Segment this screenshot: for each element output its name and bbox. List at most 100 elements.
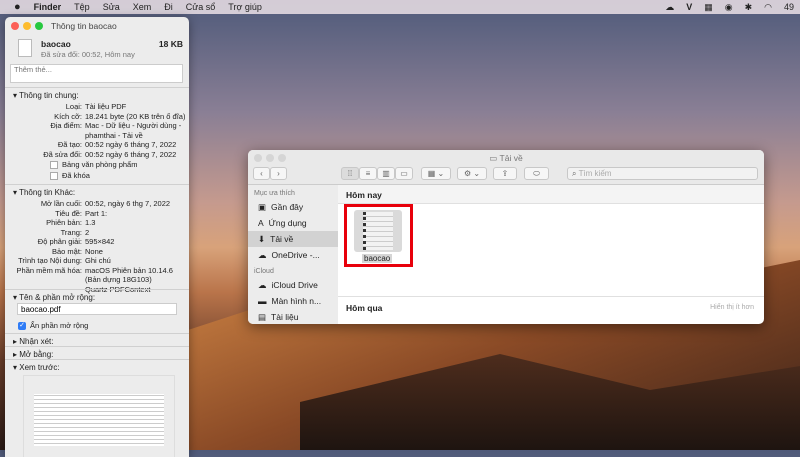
general-info: Loại: Tài liệu PDF Kích cỡ: 18.241 byte (20… — [5, 102, 189, 159]
search-placeholder: Tìm kiếm — [578, 169, 612, 178]
group-label: Hôm qua — [346, 303, 383, 313]
tags-input[interactable] — [10, 64, 183, 83]
checkbox[interactable] — [50, 171, 58, 180]
sidebar-label: Gần đây — [271, 202, 304, 212]
zoom-button[interactable] — [35, 22, 43, 30]
group-by-button[interactable]: ▦ ⌄ — [421, 167, 451, 180]
info-row: Phần mềm mã hóa: macOS Phiên bản 10.14.6 — [5, 266, 189, 276]
info-key: Độ phân giải: — [37, 237, 82, 246]
info-key: Tiêu đề: — [55, 208, 82, 218]
info-value: 2 — [85, 227, 90, 237]
apple-menu-icon[interactable]: ● — [14, 1, 21, 13]
info-value: 00:52 ngày 6 tháng 7, 2022 — [85, 140, 177, 149]
open-with-section-header[interactable]: ▸ Mở bằng: — [5, 346, 189, 359]
info-key: Trình tạo Nội dung: — [18, 256, 82, 265]
info-value: Part 1: — [85, 208, 108, 218]
sidebar-label: Ứng dụng — [268, 218, 307, 228]
folder-icon: ▭ — [489, 153, 500, 163]
icon-view-button[interactable]: ⁞⁞ — [341, 167, 359, 180]
window-controls: Thông tin baocao — [11, 21, 117, 31]
finder-sidebar: Mục ưa thích ▣ Gần đây A Ứng dụng ⬇ Tải về … — [248, 185, 338, 324]
info-value: Tài liệu PDF — [85, 102, 127, 111]
close-button[interactable] — [11, 22, 19, 30]
info-row: Kích cỡ: 18.241 byte (20 KB trên ổ đĩa) — [5, 112, 189, 122]
grid-icon[interactable]: ▦ — [704, 2, 713, 13]
tag-button[interactable]: ⬭ — [524, 167, 549, 180]
info-key — [5, 275, 85, 285]
gallery-view-button[interactable]: ▭ — [395, 167, 413, 180]
file-name: baocao — [41, 39, 71, 49]
bluetooth-icon[interactable]: ✱ — [745, 2, 753, 13]
action-gear-button[interactable]: ⚙ ⌄ — [457, 167, 487, 180]
info-row: (Bản dựng 18G103) — [5, 275, 189, 285]
v-icon[interactable]: V — [686, 2, 692, 12]
checkbox[interactable] — [50, 160, 58, 169]
comments-section-header[interactable]: ▸ Nhận xét: — [5, 333, 189, 346]
menu-finder[interactable]: Finder — [34, 2, 62, 12]
info-key: Đã tạo: — [57, 140, 82, 149]
info-row: Loại: Tài liệu PDF — [5, 102, 189, 112]
cloud-icon[interactable]: ☁ — [665, 2, 674, 13]
info-key: Bảo mật: — [51, 246, 82, 256]
pdf-file-icon — [18, 39, 32, 57]
info-key: Loại: — [65, 102, 82, 111]
info-value: 1.3 — [85, 218, 96, 227]
forward-button[interactable]: › — [270, 167, 287, 180]
hide-extension-checkbox[interactable]: ✓ Ẩn phần mở rộng — [18, 321, 88, 330]
clock-icon: ▣ — [258, 201, 267, 212]
menu-go[interactable]: Đi — [164, 2, 173, 12]
window-title: Thông tin baocao — [51, 21, 117, 31]
locked-checkbox[interactable]: Đã khóa — [50, 171, 90, 180]
info-row: phamthai - Tải về — [5, 131, 189, 141]
menu-edit[interactable]: Sửa — [103, 2, 120, 12]
sidebar-label: Tải về — [270, 234, 294, 244]
share-button[interactable]: ⇪ — [493, 167, 517, 180]
info-row: Trang: 2 — [5, 228, 189, 238]
sidebar-item-onedrive[interactable]: ☁ OneDrive -... — [248, 247, 338, 263]
info-key: Mở lần cuối: — [40, 199, 82, 208]
info-row: Trình tạo Nội dung: Ghi chú — [5, 256, 189, 266]
sidebar-item-applications[interactable]: A Ứng dụng — [248, 215, 338, 231]
show-less-link[interactable]: Hiển thị ít hơn — [710, 304, 754, 311]
menu-help[interactable]: Trợ giúp — [228, 2, 262, 12]
file-label[interactable]: baocao — [362, 254, 393, 263]
desktop-icon: ▬ — [258, 296, 267, 306]
creative-cloud-icon[interactable]: ◉ — [725, 2, 733, 13]
info-key: Phiên bản: — [46, 218, 82, 227]
file-item-baocao[interactable] — [354, 210, 402, 252]
minimize-button[interactable] — [23, 22, 31, 30]
info-value: phamthai - Tải về — [85, 130, 143, 140]
menu-file[interactable]: Tệp — [74, 2, 90, 12]
group-header-today: Hôm nay — [338, 185, 764, 204]
general-section-header[interactable]: ▾ Thông tin chung: — [5, 87, 189, 100]
cloud-icon: ☁ — [258, 279, 267, 290]
back-button[interactable]: ‹ — [253, 167, 270, 180]
info-value: Mac - Dữ liệu - Người dùng - — [85, 121, 182, 130]
sidebar-item-recents[interactable]: ▣ Gần đây — [248, 199, 338, 215]
sidebar-item-icloud-drive[interactable]: ☁ iCloud Drive — [248, 277, 338, 293]
finder-toolbar: ▭ Tải về ‹ › ⁞⁞ ≡ ▥ ▭ ▦ ⌄ ⚙ ⌄ ⇪ ⬭ ⌕ Tìm … — [248, 150, 764, 185]
wifi-icon[interactable]: ◠ — [764, 2, 772, 13]
checkmark-icon[interactable]: ✓ — [18, 321, 26, 330]
battery-percent[interactable]: 49 — [784, 2, 794, 12]
search-field[interactable]: ⌕ Tìm kiếm — [567, 167, 758, 180]
list-view-button[interactable]: ≡ — [359, 167, 377, 180]
sidebar-label: OneDrive -... — [271, 250, 320, 260]
preview-section-header[interactable]: ▾ Xem trước: — [5, 359, 189, 372]
name-ext-section-header[interactable]: ▾ Tên & phần mở rộng: — [5, 289, 189, 302]
stationery-checkbox[interactable]: Bảng văn phòng phẩm — [50, 160, 137, 169]
menu-view[interactable]: Xem — [133, 2, 152, 12]
menu-window[interactable]: Cửa sổ — [186, 2, 216, 12]
document-preview — [23, 375, 175, 457]
checkbox-label: Bảng văn phòng phẩm — [62, 160, 138, 169]
sidebar-item-documents[interactable]: ▤ Tài liệu — [248, 309, 338, 324]
document-icon: ▤ — [258, 311, 267, 322]
info-row: Địa điểm: Mac - Dữ liệu - Người dùng - — [5, 121, 189, 131]
sidebar-item-downloads[interactable]: ⬇ Tải về — [248, 231, 338, 247]
section-heading: Thông tin Khác: — [19, 188, 76, 197]
sidebar-item-desktop[interactable]: ▬ Màn hình n... — [248, 293, 338, 309]
more-info-section-header[interactable]: ▾ Thông tin Khác: — [5, 184, 189, 197]
filename-input[interactable] — [17, 303, 177, 315]
column-view-button[interactable]: ▥ — [377, 167, 395, 180]
checkbox-label: Đã khóa — [62, 171, 90, 180]
